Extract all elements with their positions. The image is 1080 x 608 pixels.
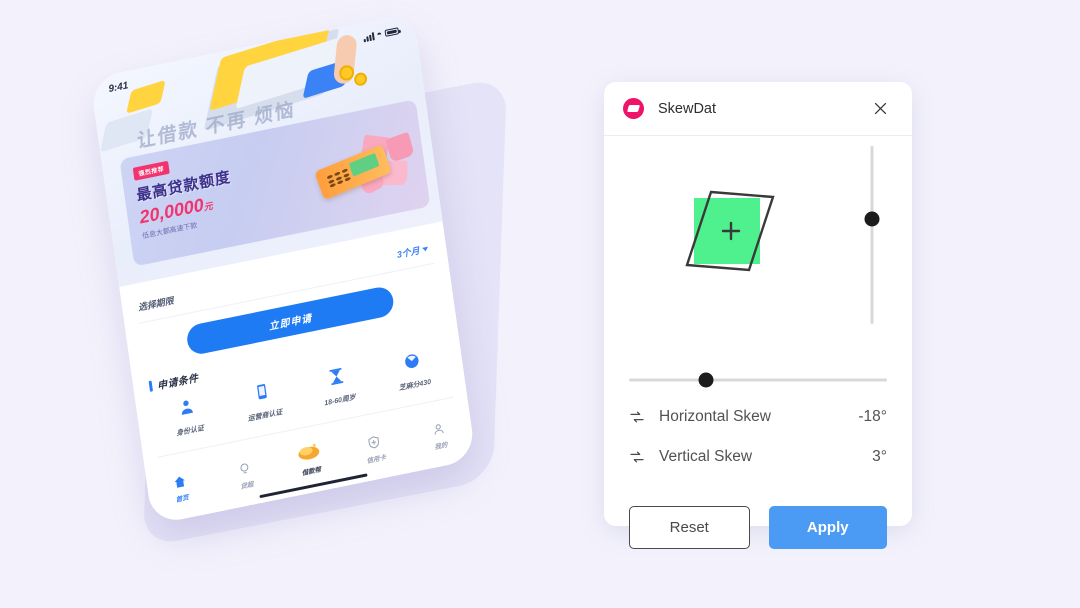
panel-title: SkewDat bbox=[658, 100, 717, 117]
vertical-skew-row[interactable]: Vertical Skew 3° bbox=[629, 448, 887, 466]
pos-terminal-illustration bbox=[313, 128, 423, 208]
home-icon bbox=[172, 472, 188, 492]
lightbulb-icon bbox=[236, 458, 252, 478]
horizontal-skew-slider[interactable] bbox=[629, 370, 887, 390]
section-accent-bar bbox=[148, 380, 154, 392]
plus-icon bbox=[721, 221, 741, 241]
tab-loan-market[interactable]: 贷超 bbox=[211, 453, 280, 496]
phone-mockup-illustration: 9:41 ◓ 让借款 不再 烦恼 强烈推荐 最高贷款额度 20,0000元 低息… bbox=[0, 0, 540, 608]
skew-preview[interactable] bbox=[604, 136, 856, 326]
question-mark-decoration: ? bbox=[294, 519, 304, 525]
sync-icon[interactable] bbox=[629, 409, 649, 425]
vertical-skew-value: 3° bbox=[872, 448, 887, 465]
phone-frame: 9:41 ◓ 让借款 不再 烦恼 强烈推荐 最高贷款额度 20,0000元 低息… bbox=[89, 12, 477, 526]
close-icon[interactable] bbox=[867, 96, 893, 122]
hand-coin-icon bbox=[294, 438, 323, 465]
tab-profile[interactable]: 我的 bbox=[405, 414, 474, 457]
vertical-slider-track[interactable] bbox=[870, 146, 874, 324]
wifi-icon: ◓ bbox=[375, 28, 383, 40]
condition-label: 运营商认证 bbox=[247, 409, 283, 423]
preview-skew-outline bbox=[685, 190, 775, 272]
skewdat-panel: SkewDat Horizontal Skew -18° Vertical Sk… bbox=[604, 82, 912, 549]
condition-label: 身份认证 bbox=[175, 425, 205, 438]
promo-amount-unit: 元 bbox=[203, 200, 214, 213]
condition-label: 18-60周岁 bbox=[323, 394, 357, 408]
id-person-icon bbox=[177, 396, 198, 422]
condition-item: 芝麻分430 bbox=[379, 346, 447, 396]
skewdat-logo-icon bbox=[623, 98, 644, 119]
vertical-skew-slider[interactable] bbox=[862, 146, 882, 324]
term-value: 3个月 bbox=[396, 245, 421, 260]
vertical-slider-thumb[interactable] bbox=[864, 211, 880, 227]
horizontal-skew-label: Horizontal Skew bbox=[659, 408, 771, 425]
phone-icon bbox=[252, 381, 273, 407]
horizontal-slider-thumb[interactable] bbox=[698, 372, 714, 388]
vertical-skew-label: Vertical Skew bbox=[659, 448, 753, 465]
term-label: 选择期限 bbox=[137, 295, 175, 313]
apply-button[interactable]: Apply bbox=[768, 506, 887, 549]
tab-label: 贷超 bbox=[240, 481, 254, 491]
panel-header: SkewDat bbox=[604, 82, 912, 136]
hourglass-icon bbox=[327, 366, 348, 392]
tab-label: 信用卡 bbox=[366, 454, 387, 466]
screen: 9:41 ◓ 让借款 不再 烦恼 强烈推荐 最高贷款额度 20,0000元 低息… bbox=[0, 0, 1080, 608]
signal-icon bbox=[362, 31, 375, 42]
horizontal-skew-value: -18° bbox=[858, 408, 887, 425]
tab-borrow[interactable]: 借款帮 bbox=[276, 440, 345, 482]
user-icon bbox=[430, 419, 446, 439]
sync-icon[interactable] bbox=[629, 449, 649, 465]
condition-item: 18-60周岁 bbox=[304, 361, 372, 411]
tab-home[interactable]: 首页 bbox=[146, 466, 215, 509]
horizontal-skew-row[interactable]: Horizontal Skew -18° bbox=[629, 408, 887, 426]
conditions-section-title: 申请条件 bbox=[156, 373, 200, 393]
tab-credit-card[interactable]: 信用卡 bbox=[340, 427, 409, 470]
shield-check-icon bbox=[366, 432, 382, 452]
score-gauge-icon bbox=[402, 350, 423, 376]
tab-label: 我的 bbox=[434, 441, 448, 452]
reset-button[interactable]: Reset bbox=[629, 506, 750, 549]
battery-icon bbox=[384, 27, 400, 37]
condition-label: 芝麻分430 bbox=[398, 378, 432, 393]
panel-footer: Reset Apply bbox=[629, 506, 887, 549]
condition-item: 身份认证 bbox=[154, 392, 222, 442]
condition-item: 运营商认证 bbox=[229, 376, 297, 426]
chevron-down-icon bbox=[422, 246, 429, 252]
horizontal-slider-track[interactable] bbox=[629, 378, 887, 382]
panel-body: Horizontal Skew -18° Vertical Skew 3° Re… bbox=[604, 136, 912, 549]
tab-label: 首页 bbox=[175, 494, 190, 504]
tab-label: 借款帮 bbox=[301, 466, 322, 478]
